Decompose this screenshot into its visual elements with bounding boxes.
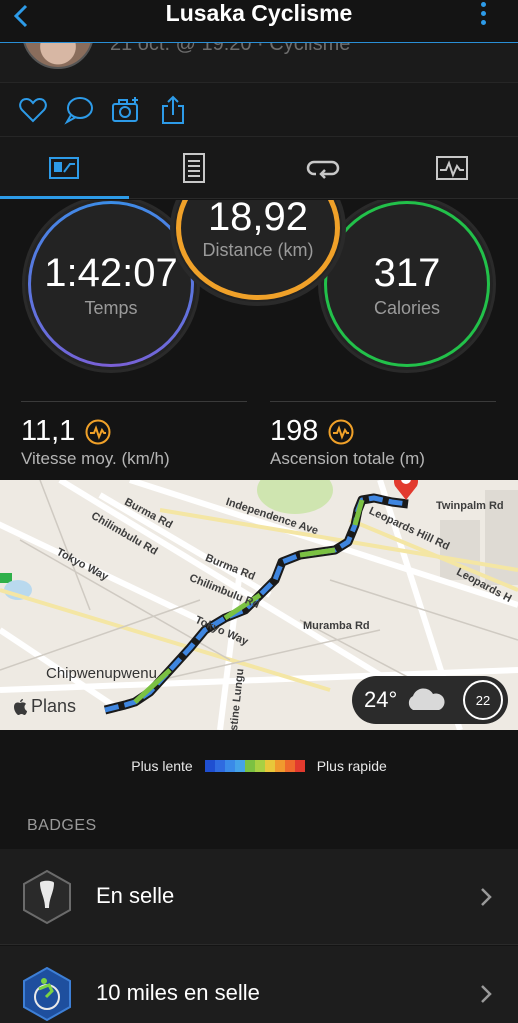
maps-attribution: Plans [12,696,76,717]
comment-icon[interactable] [64,95,94,125]
tab-charts[interactable] [387,137,516,199]
weather-temperature: 24° [364,687,398,712]
social-actions-bar [0,83,518,137]
add-photo-icon[interactable] [111,95,141,125]
bike-saddle-badge-icon [23,870,71,924]
speed-gradient-segment [264,760,275,772]
avg-speed-label: Vitesse moy. (km/h) [21,449,170,468]
pulse-badge-icon[interactable] [85,419,111,445]
speed-legend: Plus lente Plus rapide [0,730,518,802]
finish-pin-icon[interactable] [392,480,420,500]
chevron-right-icon [481,888,492,906]
weather-widget[interactable]: 24° 22 [352,676,508,724]
speed-gradient-segment [294,760,305,772]
badge-name: En selle [96,883,175,908]
apple-logo-icon [14,698,27,715]
time-value: 1:42:07 [44,250,178,295]
wind-speed: 22 [475,692,491,708]
activity-owner-row: 21 oct. @ 19:20 · Cyclisme [0,43,518,83]
speed-gradient-bar [204,760,305,772]
badge-name: 10 miles en selle [96,980,260,1005]
speed-gradient-segment [244,760,255,772]
activity-date-type: 21 oct. @ 19:20 · Cyclisme [110,43,351,55]
speed-gradient-segment [254,760,265,772]
chevron-right-icon [481,985,492,1003]
cyclist-badge-icon [23,967,71,1021]
speed-gradient-segment [224,760,235,772]
avg-speed-value: 11,1 [21,415,76,447]
tab-laps[interactable] [258,137,387,199]
time-label: Temps [84,297,138,318]
distance-value: 18,92 [207,200,309,239]
laps-loop-icon [306,160,339,179]
chart-pulse-icon [435,156,468,180]
badge-row[interactable]: 10 miles en selle [0,946,518,1023]
map-place-label: Chipwenupwenu [46,665,157,682]
stats-card-icon [48,157,79,179]
route-map[interactable]: Burma Rd Independence Ave Leopards Hill … [0,480,518,730]
legend-fast-label: Plus rapide [316,758,387,774]
ascent-value: 198 [270,415,319,447]
badges-section-header: BADGES [27,817,97,834]
map-street-label: Twinpalm Rd [436,500,504,512]
activity-tabs [0,137,518,199]
tab-stats[interactable] [0,137,129,199]
speed-gradient-segment [234,760,245,772]
maps-attribution-text: Plans [31,696,77,716]
distance-label: Distance (km) [202,240,314,260]
wind-indicator: 22 [463,680,503,720]
tab-details[interactable] [129,137,258,199]
speed-gradient-segment [204,760,215,772]
speed-gradient-segment [284,760,295,772]
nav-header: Lusaka Cyclisme [0,0,518,43]
badge-row[interactable]: En selle [0,849,518,945]
calories-value: 317 [373,250,441,295]
pulse-badge-icon[interactable] [328,419,354,445]
heart-icon[interactable] [18,95,48,125]
calories-label: Calories [373,297,441,318]
activity-title: Lusaka Cyclisme [165,0,353,26]
document-icon [182,153,205,183]
speed-gradient-segment [274,760,285,772]
map-street-label: Muramba Rd [303,620,370,632]
speed-gradient-segment [214,760,225,772]
share-icon[interactable] [158,95,188,125]
stats-panel: 1:42:07 Temps 317 Calories 18,92 Distanc… [0,200,518,475]
cloud-icon [409,688,445,710]
ascent-label: Ascension totale (m) [270,449,425,468]
more-options-icon[interactable] [478,0,488,30]
legend-slow-label: Plus lente [131,758,193,774]
avatar[interactable] [22,43,94,69]
